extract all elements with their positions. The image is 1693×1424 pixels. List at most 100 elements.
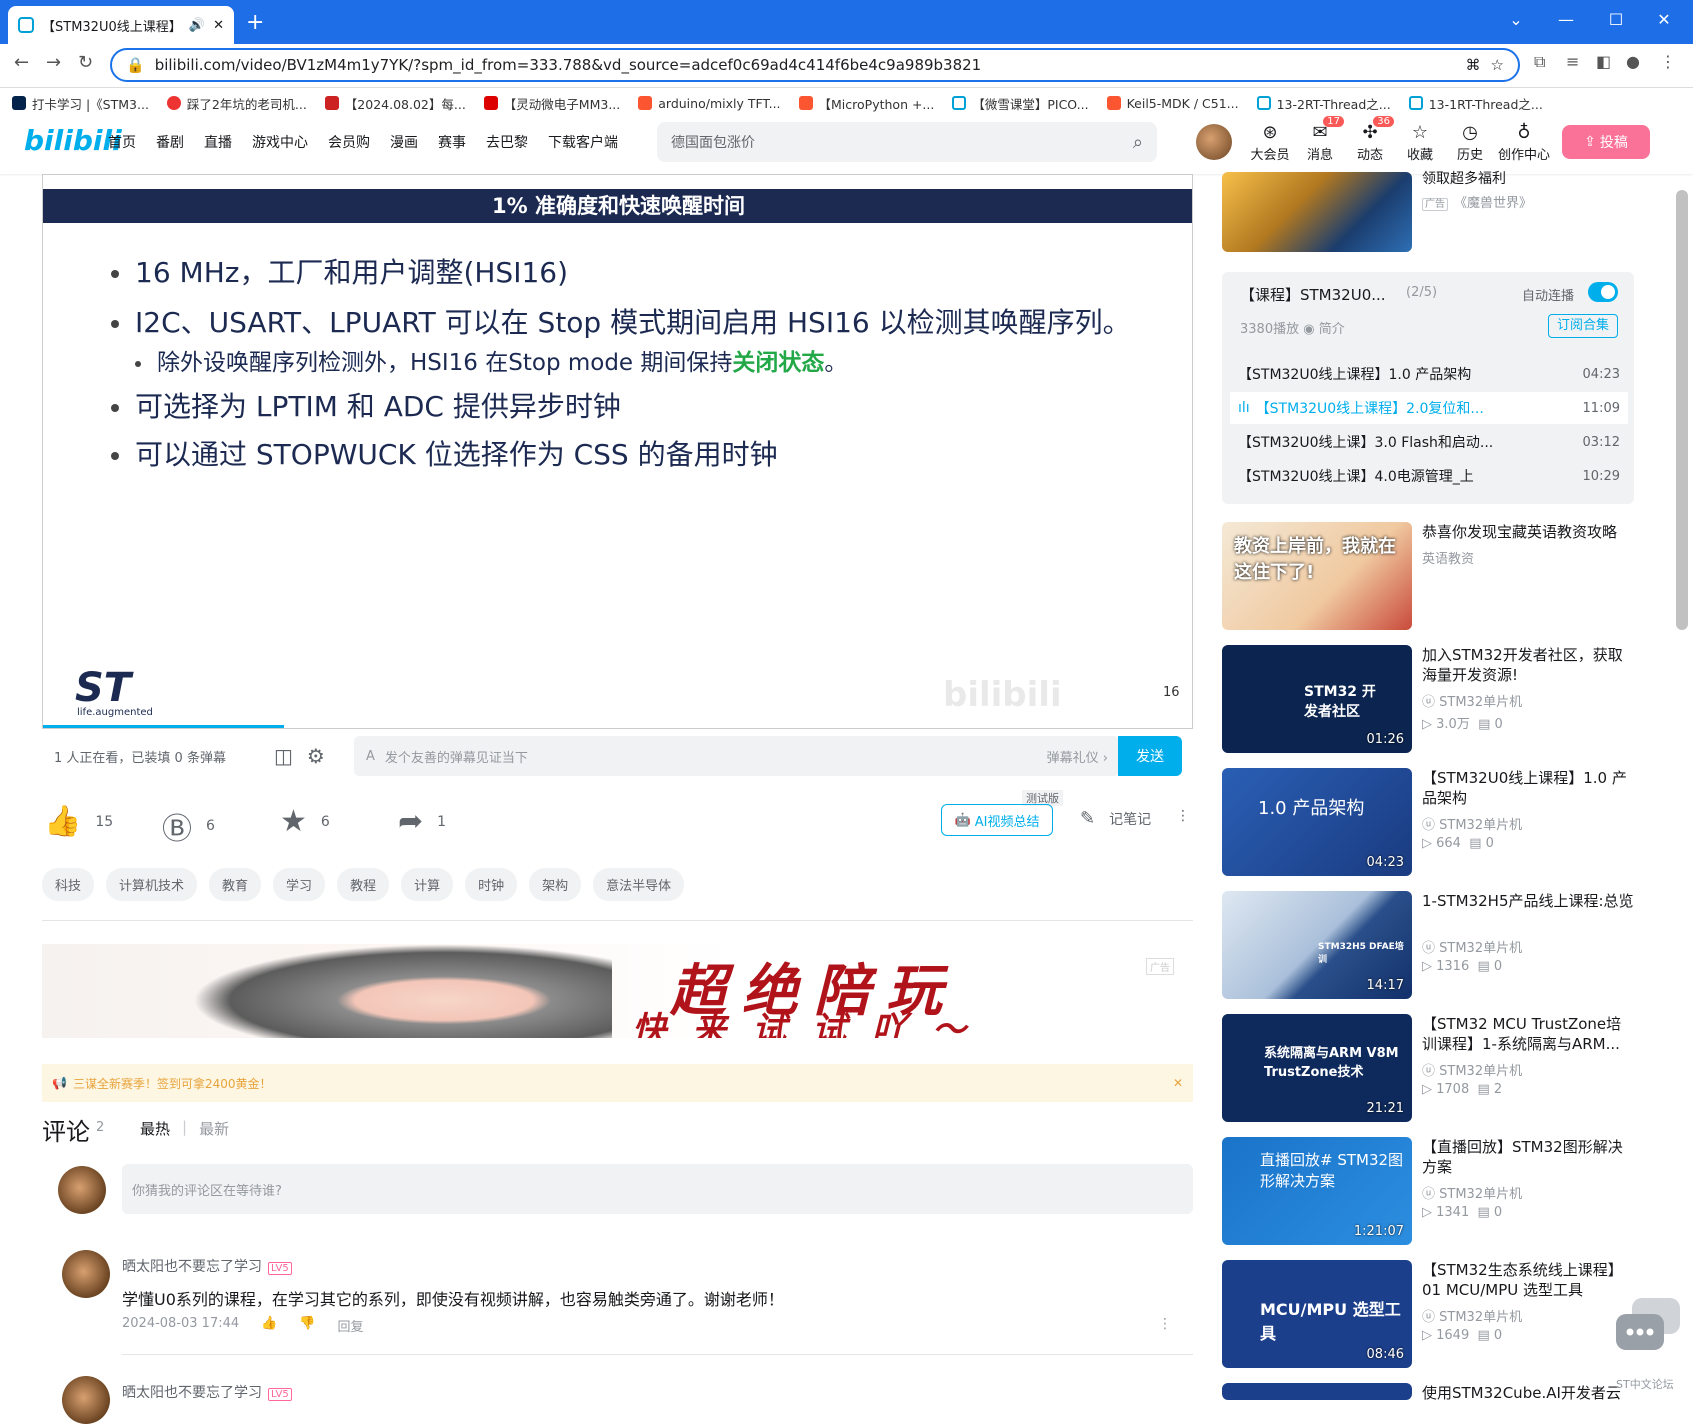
maximize-button[interactable]: ☐ xyxy=(1596,10,1636,29)
user-avatar[interactable] xyxy=(1196,124,1232,160)
tab-close-icon[interactable]: ✕ xyxy=(213,18,224,33)
video-title[interactable]: 恭喜你发现宝藏英语教资攻略 xyxy=(1422,522,1634,542)
bookmark-star-icon[interactable]: ☆ xyxy=(1491,56,1504,74)
video-title[interactable]: 1-STM32H5产品线上课程:总览 xyxy=(1422,891,1634,911)
nav-game[interactable]: 游戏中心 xyxy=(252,132,308,152)
comment-dislike-icon[interactable]: 👎 xyxy=(299,1316,315,1335)
subscribe-collection-button[interactable]: 订阅合集 xyxy=(1548,314,1618,338)
sort-hot[interactable]: 最热 xyxy=(140,1118,170,1139)
nav-shop[interactable]: 会员购 xyxy=(328,132,370,152)
lock-icon[interactable]: 🔒 xyxy=(126,56,145,74)
back-icon[interactable]: ← xyxy=(14,52,29,73)
bookmark-item[interactable]: 【微雪课堂】PICO... xyxy=(952,94,1089,113)
sort-new[interactable]: 最新 xyxy=(199,1118,229,1139)
video-title[interactable]: 【STM32U0线上课程】1.0 产品架构 xyxy=(1422,768,1634,808)
share-button[interactable]: ➦ 1 xyxy=(398,804,446,839)
close-window-button[interactable]: ✕ xyxy=(1644,10,1684,29)
video-player[interactable]: 1% 准确度和快速唤醒时间 16 MHz，工厂和用户调整(HSI16) I2C、… xyxy=(42,174,1193,729)
notice-bar[interactable]: 📢 三谋全新赛季！签到可拿2400黄金！ ✕ xyxy=(42,1064,1193,1102)
forward-icon[interactable]: → xyxy=(46,52,61,73)
bookmark-item[interactable]: 打卡学习 |《STM3... xyxy=(12,94,149,113)
danmaku-input[interactable]: A 发个友善的弹幕见证当下 弹幕礼仪 › xyxy=(354,736,1120,776)
danmaku-placeholder[interactable]: 发个友善的弹幕见证当下 xyxy=(385,747,1037,766)
video-thumbnail[interactable]: 系统隔离与ARM V8M TrustZone技术 21:21 xyxy=(1222,1014,1412,1122)
bookmark-item[interactable]: 13-1RT-Thread之... xyxy=(1408,94,1543,113)
browser-tab[interactable]: 【STM32U0线上课程】2 🔊 ✕ xyxy=(8,6,234,44)
comment-more-icon[interactable]: ⋮ xyxy=(1158,1316,1172,1332)
nav-manga[interactable]: 漫画 xyxy=(390,132,418,152)
coin-button[interactable]: Ⓑ 6 xyxy=(162,804,215,848)
video-uploader[interactable]: ⓤ STM32单片机 xyxy=(1422,814,1522,833)
recommended-video[interactable]: STM32H5 DFAE培训 14:17 1-STM32H5产品线上课程:总览 ⓤ… xyxy=(1222,891,1634,999)
video-thumbnail[interactable]: 教资上岸前，我就在这住下了! xyxy=(1222,522,1412,630)
recommended-video[interactable]: 使用STM32Cube.AI开发者云 xyxy=(1222,1383,1634,1402)
close-icon[interactable]: ✕ xyxy=(1173,1076,1183,1090)
commenter-avatar[interactable] xyxy=(62,1250,110,1298)
url-text[interactable]: bilibili.com/video/BV1zM4m1y7YK/?spm_id_… xyxy=(155,56,1456,74)
recommended-video[interactable]: 系统隔离与ARM V8M TrustZone技术 21:21 【STM32 MCU… xyxy=(1222,1014,1634,1122)
upload-button[interactable]: ⇪ 投稿 xyxy=(1562,125,1650,159)
video-thumbnail[interactable]: 直播回放# STM32图形解决方案 1:21:07 xyxy=(1222,1137,1412,1245)
speaker-icon[interactable]: 🔊 xyxy=(189,18,205,33)
nav-paris[interactable]: 去巴黎 xyxy=(486,132,528,152)
tab-search-icon[interactable]: ⌄ xyxy=(1496,10,1536,29)
search-box[interactable]: 德国面包涨价 ⌕ xyxy=(657,122,1157,162)
translate-icon[interactable]: ⌘ xyxy=(1466,56,1481,74)
notice-text[interactable]: 三谋全新赛季！签到可拿2400黄金！ xyxy=(73,1075,1167,1092)
text-style-icon[interactable]: A xyxy=(366,749,375,764)
header-creator[interactable]: ♁ 创作中心 xyxy=(1496,122,1552,163)
tag-item[interactable]: 架构 xyxy=(529,868,582,901)
sidebar-ad-title[interactable]: 领取超多福利 xyxy=(1422,168,1506,188)
playlist-item[interactable]: 【STM32U0线上课】4.0电源管理_上 10:29 xyxy=(1230,460,1628,492)
video-thumbnail[interactable] xyxy=(1222,1383,1412,1400)
tag-item[interactable]: 教育 xyxy=(209,868,262,901)
recommended-video[interactable]: 教资上岸前，我就在这住下了! 恭喜你发现宝藏英语教资攻略 英语教资 xyxy=(1222,522,1634,630)
header-favorites[interactable]: ☆ 收藏 xyxy=(1400,122,1440,163)
chat-bubble-icon[interactable] xyxy=(1612,1294,1684,1366)
video-uploader[interactable]: ⓤ STM32单片机 xyxy=(1422,1060,1522,1079)
note-button[interactable]: ✎ 记笔记 xyxy=(1080,808,1151,829)
recommended-video[interactable]: 直播回放# STM32图形解决方案 1:21:07 【直播回放】STM32图形解决… xyxy=(1222,1137,1634,1245)
comment-like-icon[interactable]: 👍 xyxy=(261,1316,277,1335)
comment-username[interactable]: 晒太阳也不要忘了学习 xyxy=(122,1259,262,1275)
video-progress-bar[interactable] xyxy=(43,725,285,728)
nav-home[interactable]: 首页 xyxy=(108,132,136,152)
like-button[interactable]: 👍 15 xyxy=(44,804,113,839)
page-scrollbar[interactable] xyxy=(1676,190,1688,630)
tag-item[interactable]: 教程 xyxy=(337,868,390,901)
nav-live[interactable]: 直播 xyxy=(204,132,232,152)
video-title[interactable]: 【STM32生态系统线上课程】01 MCU/MPU 选型工具 xyxy=(1422,1260,1634,1300)
side-panel-icon[interactable]: ◧ xyxy=(1596,52,1611,71)
nav-download[interactable]: 下载客户端 xyxy=(548,132,618,152)
playlist-item-active[interactable]: ılı 【STM32U0线上课程】2.0复位和... 11:09 xyxy=(1230,392,1628,424)
comment-reply-button[interactable]: 回复 xyxy=(338,1316,364,1335)
bookmark-item[interactable]: 【2024.08.02】每... xyxy=(324,94,466,113)
bookmark-item[interactable]: arduino/mixly TFT... xyxy=(638,96,781,111)
bookmark-item[interactable]: 13-2RT-Thread之... xyxy=(1256,94,1391,113)
bookmark-item[interactable]: 踩了2年坑的老司机... xyxy=(166,94,307,113)
bookmark-item[interactable]: Keil5-MDK / C51... xyxy=(1106,96,1239,111)
menu-dots-icon[interactable]: ⋮ xyxy=(1660,52,1676,71)
tag-item[interactable]: 时钟 xyxy=(465,868,518,901)
playlist-item[interactable]: 【STM32U0线上课程】1.0 产品架构 04:23 xyxy=(1230,358,1628,390)
video-thumbnail[interactable]: STM32H5 DFAE培训 14:17 xyxy=(1222,891,1412,999)
commenter-avatar[interactable] xyxy=(62,1376,110,1424)
video-uploader[interactable]: ⓤ STM32单片机 xyxy=(1422,691,1522,710)
danmaku-toggle-icon[interactable]: ◫ xyxy=(274,744,293,768)
tag-item[interactable]: 科技 xyxy=(42,868,95,901)
video-title[interactable]: 【直播回放】STM32图形解决方案 xyxy=(1422,1137,1634,1177)
recommended-video[interactable]: STM32 开发者社区 01:26 加入STM32开发者社区，获取海量开发资源! … xyxy=(1222,645,1634,753)
comment-username[interactable]: 晒太阳也不要忘了学习 xyxy=(122,1385,262,1401)
tag-item[interactable]: 学习 xyxy=(273,868,326,901)
header-dynamic[interactable]: ✣ 36 动态 xyxy=(1350,116,1394,163)
tag-item[interactable]: 意法半导体 xyxy=(593,868,685,901)
search-input[interactable]: 德国面包涨价 xyxy=(671,132,1133,152)
video-thumbnail[interactable]: 1.0 产品架构 04:23 xyxy=(1222,768,1412,876)
send-danmaku-button[interactable]: 发送 xyxy=(1118,736,1182,776)
bookmark-item[interactable]: 【灵动微电子MM3... xyxy=(483,94,620,113)
video-thumbnail[interactable]: MCU/MPU 选型工具 08:46 xyxy=(1222,1260,1412,1368)
favorite-button[interactable]: ★ 6 xyxy=(280,804,330,839)
minimize-button[interactable]: — xyxy=(1546,10,1586,29)
video-uploader[interactable]: 英语教资 xyxy=(1422,548,1474,567)
playlist-item[interactable]: 【STM32U0线上课】3.0 Flash和启动... 03:12 xyxy=(1230,426,1628,458)
